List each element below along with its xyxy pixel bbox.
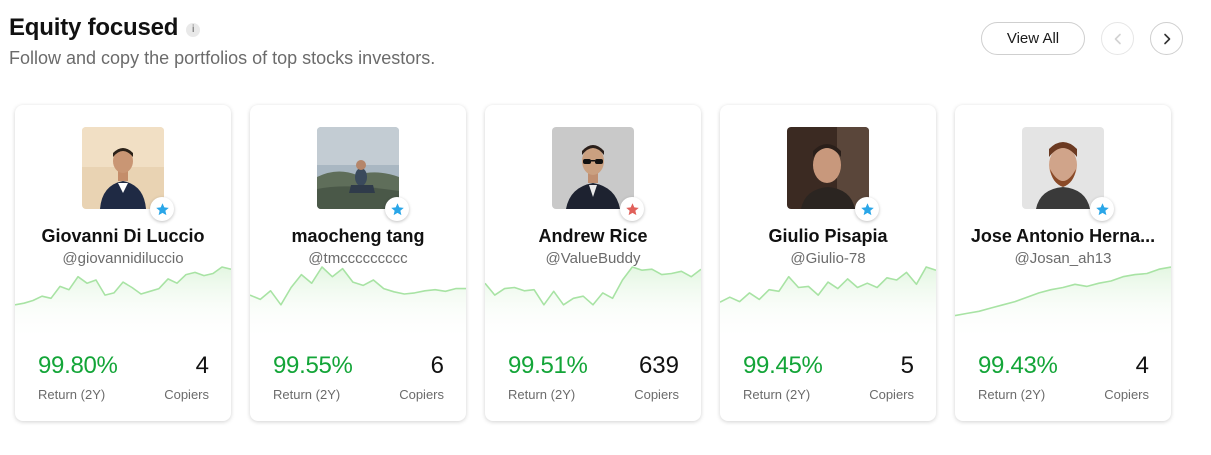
avatar[interactable] [787,127,869,209]
carousel-prev-button[interactable] [1101,22,1134,55]
star-badge [385,197,409,221]
investor-name[interactable]: Giovanni Di Luccio [15,226,231,247]
carousel-controls: View All [981,22,1183,55]
investor-card[interactable]: maocheng tang @tmccccccccc 99.55% Return… [250,105,466,421]
copiers-label: Copiers [1104,387,1149,402]
copiers-label: Copiers [164,387,209,402]
investor-name[interactable]: Jose Antonio Herna... [955,226,1171,247]
carousel-next-button[interactable] [1150,22,1183,55]
return-label: Return (2Y) [273,387,341,402]
copiers-value: 5 [900,352,914,379]
sparkline-area [250,267,466,341]
copiers-value: 6 [430,352,444,379]
avatar[interactable] [552,127,634,209]
investor-card[interactable]: Andrew Rice @ValueBuddy 99.51% Return (2… [485,105,701,421]
avatar[interactable] [317,127,399,209]
avatar-wrap [1022,127,1114,221]
performance-sparkline [720,266,936,341]
info-icon[interactable]: i [186,22,201,37]
avatar[interactable] [82,127,164,209]
performance-sparkline [955,266,1171,341]
return-value: 99.51% [508,352,588,379]
star-icon [390,202,404,215]
investor-card[interactable]: Giulio Pisapia @Giulio-78 99.45% Return … [720,105,936,421]
return-label: Return (2Y) [978,387,1046,402]
avatar-wrap [552,127,644,221]
return-value: 99.55% [273,352,353,379]
return-label: Return (2Y) [38,387,106,402]
star-icon [1095,202,1109,215]
investor-name[interactable]: maocheng tang [250,226,466,247]
sparkline-area [15,267,231,341]
section-header: Equity focused i Follow and copy the por… [9,14,435,69]
performance-sparkline [485,266,701,341]
avatar-image [82,127,164,209]
sparkline-area [955,267,1171,341]
copiers-label: Copiers [869,387,914,402]
avatar-wrap [787,127,879,221]
section-subtitle: Follow and copy the portfolios of top st… [9,48,436,68]
return-value: 99.43% [978,352,1058,379]
performance-sparkline [15,266,231,341]
investor-cards: Giovanni Di Luccio @giovannidiluccio 99.… [15,105,1171,421]
copiers-value: 4 [1135,352,1149,379]
avatar-wrap [317,127,409,221]
chevron-left-icon [1114,33,1121,44]
avatar-image [552,127,634,209]
investor-name[interactable]: Andrew Rice [485,226,701,247]
copiers-value: 4 [195,352,209,379]
copiers-label: Copiers [634,387,679,402]
return-value: 99.45% [743,352,823,379]
copiers-value: 639 [638,352,679,379]
section-title: Equity focused [9,14,179,41]
investor-card[interactable]: Jose Antonio Herna... @Josan_ah13 99.43%… [955,105,1171,421]
star-badge [620,197,644,221]
performance-sparkline [250,266,466,341]
avatar-wrap [82,127,174,221]
star-icon [155,202,169,215]
title-row: Equity focused i [9,14,435,42]
investor-card[interactable]: Giovanni Di Luccio @giovannidiluccio 99.… [15,105,231,421]
sparkline-area [720,267,936,341]
avatar-image [787,127,869,209]
star-icon [860,202,874,215]
star-badge [855,197,879,221]
chevron-right-icon [1163,33,1170,44]
return-label: Return (2Y) [508,387,576,402]
copiers-label: Copiers [399,387,444,402]
view-all-button[interactable]: View All [981,22,1085,55]
avatar[interactable] [1022,127,1104,209]
avatar-image [317,127,399,209]
return-value: 99.80% [38,352,118,379]
avatar-image [1022,127,1104,209]
star-badge [1090,197,1114,221]
return-label: Return (2Y) [743,387,811,402]
investor-name[interactable]: Giulio Pisapia [720,226,936,247]
star-icon [625,202,639,215]
star-badge [150,197,174,221]
